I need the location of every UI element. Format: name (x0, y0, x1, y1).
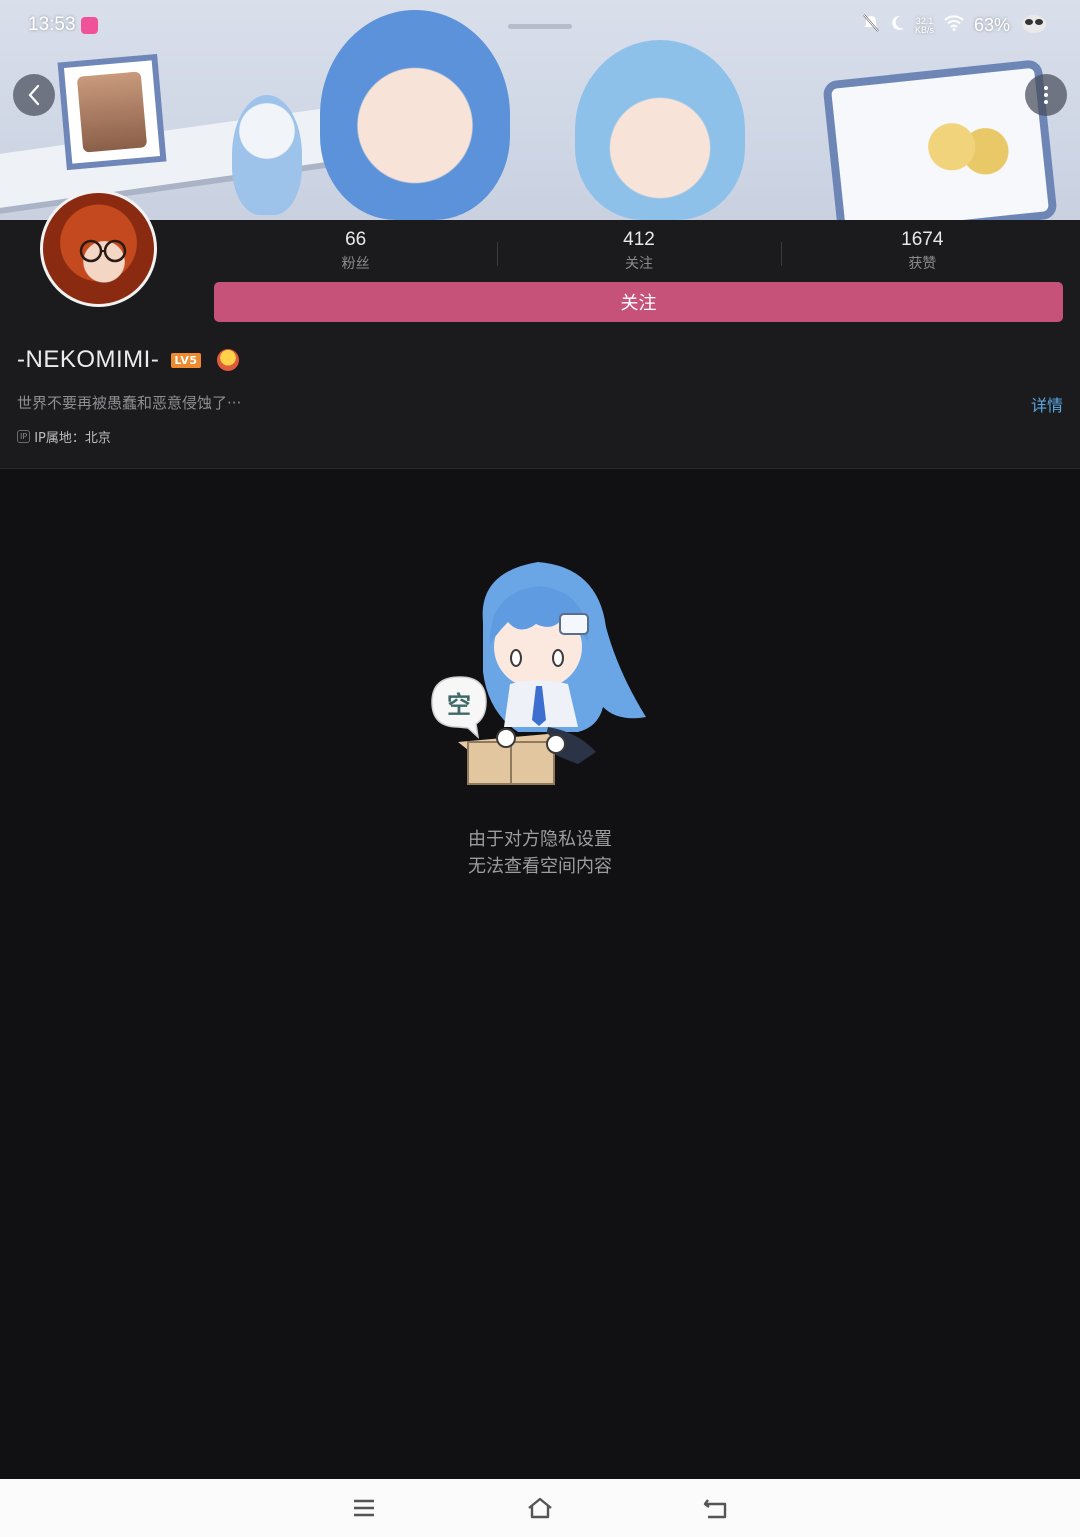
more-vertical-icon (1044, 86, 1048, 104)
chevron-left-icon (28, 84, 40, 106)
home-button[interactable] (526, 1495, 554, 1521)
status-time: 13:53 (28, 14, 76, 35)
name-row: -NEKOMIMI- LV5 (17, 346, 239, 374)
do-not-disturb-moon-icon (889, 14, 905, 37)
banner-small-figure (232, 95, 302, 215)
profile-header: 66 粉丝 412 关注 1674 获赞 关注 -NEKOMIMI- LV5 世… (0, 190, 1080, 469)
banner-desk (0, 103, 360, 217)
banner-character-left (320, 10, 510, 220)
level-badge: LV5 (171, 352, 201, 368)
bio: 世界不要再被愚蠢和恶意侵蚀了··· (17, 394, 242, 412)
ip-icon: IP (17, 430, 31, 443)
stat-likes[interactable]: 1674 获赞 (780, 226, 1064, 276)
empty-bubble-text: 空 (447, 691, 471, 719)
notification-app-icon (81, 17, 98, 34)
battery-percent: 63% (973, 15, 1010, 35)
back-button[interactable] (13, 74, 55, 116)
avatar[interactable] (40, 190, 157, 307)
profile-stats: 66 粉丝 412 关注 1674 获赞 (214, 226, 1064, 276)
banner-drag-handle (508, 24, 572, 29)
system-navigation-bar (0, 1479, 1080, 1537)
banner-tv (822, 58, 1058, 220)
banner-photo-frame (57, 53, 167, 171)
battery-icon (1020, 12, 1050, 39)
mute-icon (863, 14, 879, 37)
ip-location-text: IP属地：北京 (34, 431, 111, 446)
back-arrow-icon (703, 1499, 727, 1519)
more-options-button[interactable] (1025, 74, 1067, 116)
username: -NEKOMIMI- (17, 346, 160, 373)
ip-location: IP IP属地：北京 (17, 427, 111, 446)
empty-box-illustration: 空 (431, 562, 646, 785)
recent-apps-button[interactable] (350, 1495, 378, 1521)
back-nav-button[interactable] (702, 1495, 730, 1521)
stat-following[interactable]: 412 关注 (497, 226, 780, 276)
following-label: 关注 (624, 256, 653, 272)
wifi-icon (944, 15, 964, 36)
followers-label: 粉丝 (341, 256, 370, 272)
follow-button[interactable]: 关注 (214, 282, 1063, 322)
home-icon (528, 1497, 552, 1519)
empty-message-line2: 无法查看空间内容 (468, 856, 612, 877)
banner-character-right (575, 40, 745, 220)
status-icons: 32.1 KB/s 63% (863, 12, 1050, 39)
network-speed: 32.1 KB/s (914, 15, 934, 35)
likes-label: 获赞 (908, 256, 937, 272)
details-link[interactable]: 详情 (1031, 392, 1063, 416)
followers-count: 66 (345, 229, 367, 250)
empty-message-line1: 由于对方隐私设置 (468, 829, 612, 850)
following-count: 412 (623, 229, 655, 250)
likes-count: 1674 (901, 229, 944, 250)
stat-followers[interactable]: 66 粉丝 (214, 226, 497, 276)
menu-lines-icon (354, 1499, 374, 1517)
profile-banner: 13:53 32.1 KB/s 63% (0, 0, 1080, 220)
medal-icon[interactable] (216, 349, 239, 371)
